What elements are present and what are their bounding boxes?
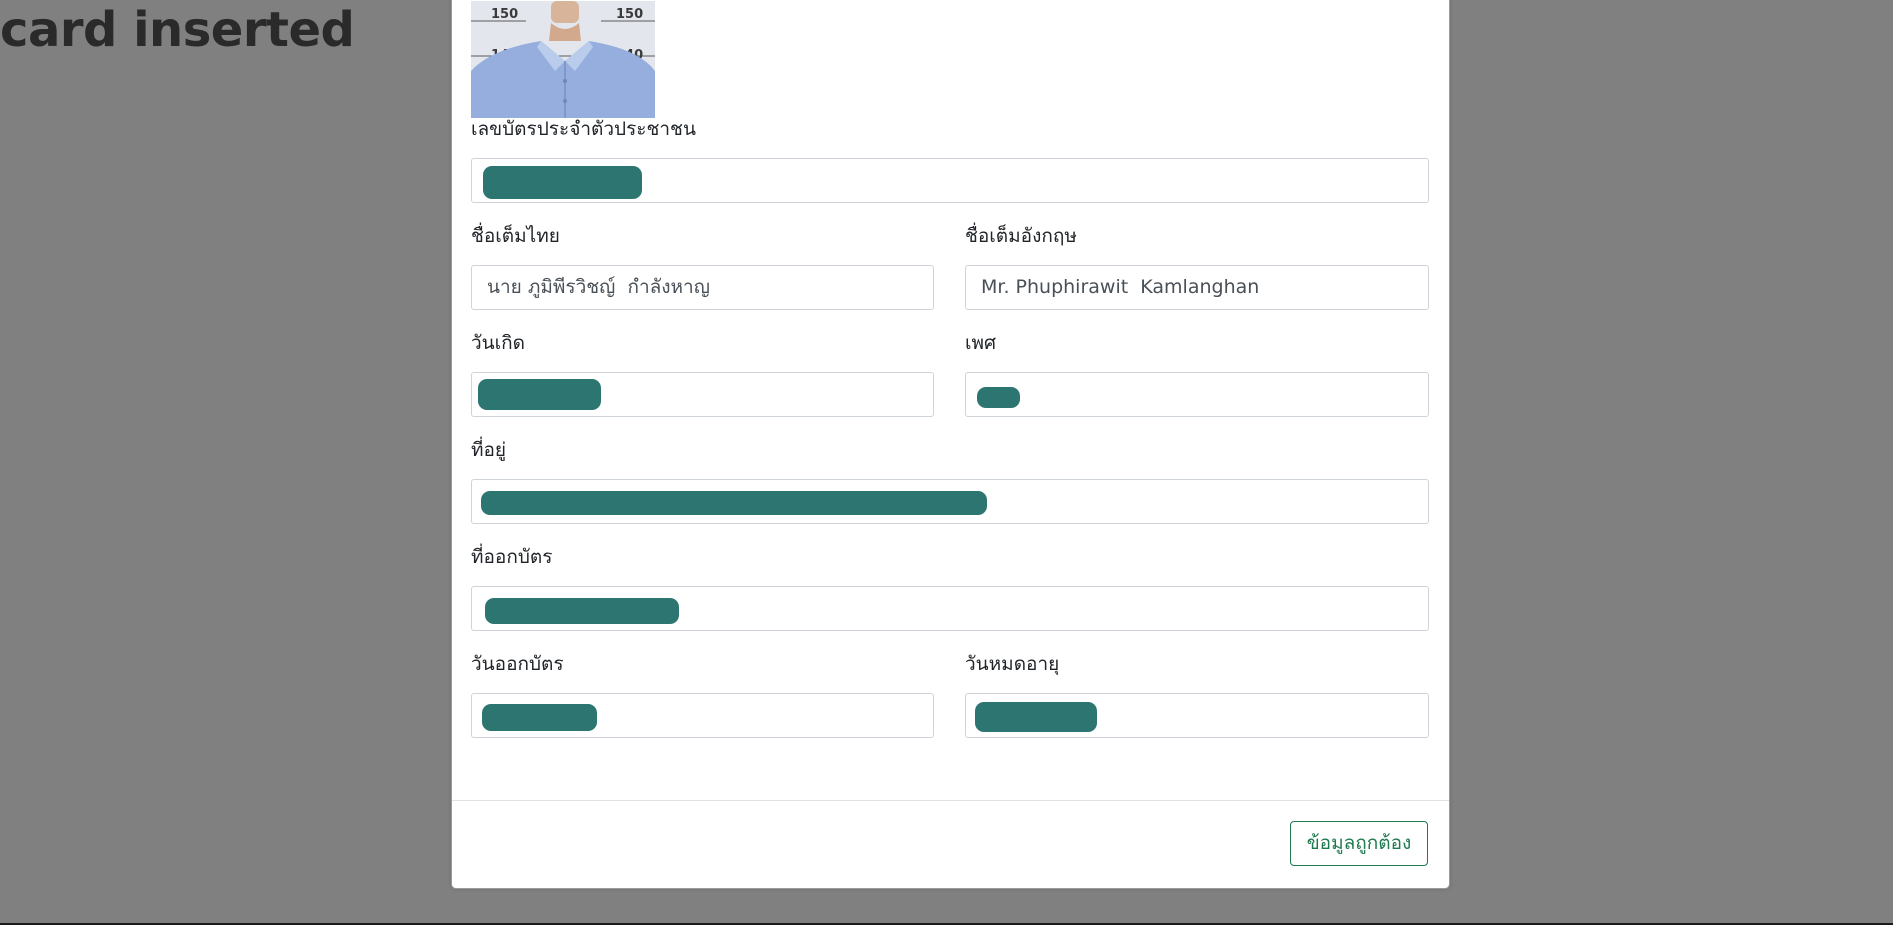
gender-redaction [977,387,1020,408]
fullname-en-label: ชื่อเต็มอังกฤษ [965,225,1077,247]
birth-date-redaction [478,379,601,410]
issuer-redaction [485,598,679,624]
birth-date-label: วันเกิด [471,332,525,354]
confirm-data-button[interactable]: ข้อมูลถูกต้อง [1290,821,1428,866]
fullname-th-field[interactable]: นาย ภูมิพีรวิชญ์ กำลังหาญ [471,265,934,310]
ruler-label: 150 [616,7,643,22]
address-label: ที่อยู่ [471,439,507,461]
issuer-label: ที่ออกบัตร [471,546,553,568]
fullname-en-field[interactable]: Mr. Phuphirawit Kamlanghan [965,265,1429,310]
gender-label: เพศ [965,332,997,354]
page-heading: card inserted [0,2,355,58]
issue-date-label: วันออกบัตร [471,653,564,675]
fullname-th-label: ชื่อเต็มไทย [471,225,560,247]
modal-body: 150 150 140 140 เลขบัตรประจำตัวประชาชน ช… [452,0,1449,800]
modal-footer-divider [452,800,1449,801]
id-number-redaction [483,166,642,199]
expiry-date-redaction [975,702,1097,732]
card-photo: 150 150 140 140 [471,1,655,118]
gender-field[interactable] [965,372,1429,417]
expiry-date-label: วันหมดอายุ [965,653,1060,675]
id-card-modal: 150 150 140 140 เลขบัตรประจำตัวประชาชน ช… [451,0,1450,889]
address-redaction [481,491,987,515]
issue-date-redaction [482,704,597,731]
id-number-label: เลขบัตรประจำตัวประชาชน [471,118,696,140]
ruler-label: 150 [491,7,518,22]
